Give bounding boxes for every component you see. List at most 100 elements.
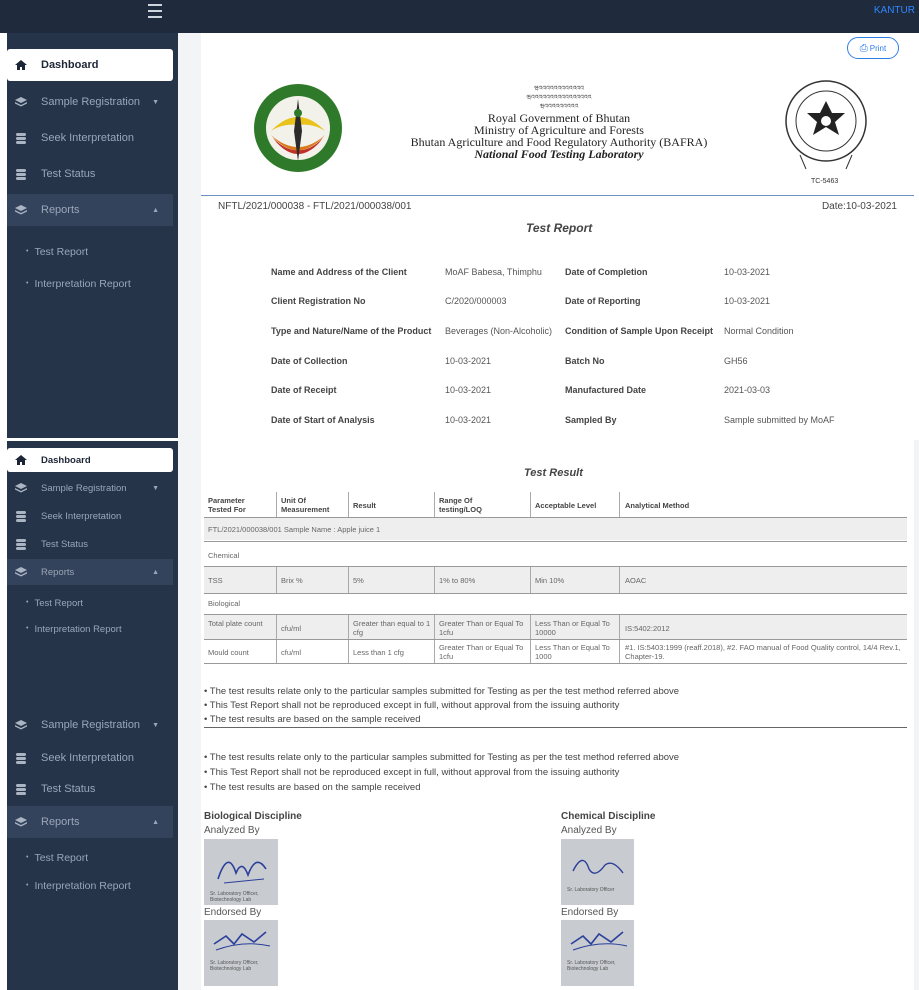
field-label: Date of Start of Analysis — [271, 415, 375, 425]
signature-image: Sr. Laboratory Officer, Biotechnology La… — [561, 920, 634, 986]
table-cell: TSS — [208, 576, 223, 585]
chevron-down-icon: ▼ — [152, 721, 159, 729]
field-value: Beverages (Non-Alcoholic) — [445, 326, 553, 336]
table-cell: Mould count — [208, 648, 249, 657]
table-cell: Greater than equal to 1 cfg — [353, 619, 431, 637]
field-value: GH56 — [724, 356, 748, 366]
sidebar-subitem-test-report[interactable]: Test Report — [26, 246, 88, 258]
table-cell: Less Than or Equal To 1000 — [535, 643, 610, 661]
analyzed-by-label: Analyzed By — [561, 825, 617, 836]
chemical-discipline-title: Chemical Discipline — [561, 811, 656, 822]
col-header: Range Of testing/LOQ — [439, 496, 482, 514]
field-label: Condition of Sample Upon Receipt — [565, 326, 713, 336]
database-icon — [16, 169, 26, 180]
dzongkha-line-2: ཝའའའའའའའའའའའའའའའའ — [526, 95, 592, 101]
col-header: Unit Of Measurement — [281, 496, 330, 514]
field-value: Sample submitted by MoAF — [724, 415, 835, 425]
field-value: 10-03-2021 — [724, 267, 771, 277]
sidebar-subitem-test-report[interactable]: Test Report — [26, 852, 88, 864]
field-value: 2021-03-03 — [724, 385, 771, 395]
report-date: Date:10-03-2021 — [821, 201, 897, 212]
sidebar-item-reports[interactable]: Reports ▲ — [7, 806, 173, 838]
database-icon — [16, 784, 26, 795]
table-cell: Less than 1 cfg — [353, 648, 404, 657]
sidebar-edge — [0, 33, 7, 990]
field-label: Name and Address of the Client — [271, 267, 407, 277]
sidebar-item-test-status[interactable]: Test Status — [7, 158, 173, 190]
sidebar-item-reports[interactable]: Reports ▲ — [7, 559, 173, 585]
note-line: • The test results are based on the samp… — [204, 714, 421, 725]
field-label: Date of Completion — [565, 267, 648, 277]
analyzed-by-label: Analyzed By — [204, 825, 260, 836]
chevron-down-icon: ▼ — [152, 484, 159, 492]
note-line: • The test results relate only to the pa… — [204, 686, 680, 697]
sidebar-item-reports[interactable]: Reports ▲ — [7, 194, 173, 226]
sidebar-item-seek-interpretation[interactable]: Seek Interpretation — [7, 122, 173, 154]
sidebar-item-dashboard[interactable]: Dashboard — [7, 49, 173, 81]
chevron-down-icon: ▼ — [152, 98, 159, 106]
sidebar-subitem-interpretation-report[interactable]: Interpretation Report — [26, 624, 121, 635]
bafra-logo — [254, 84, 342, 172]
layers-icon — [15, 97, 27, 107]
field-label: Sampled By — [565, 415, 617, 425]
dzongkha-line-1: ཝའའའའའའའའའའའའ — [534, 86, 584, 92]
table-cell: Greater Than or Equal To 1cfu — [439, 619, 524, 637]
field-value: MoAF Babesa, Thimphu — [445, 267, 542, 277]
group-label: Biological — [208, 599, 241, 608]
user-name[interactable]: KANTUR — [874, 5, 915, 16]
table-cell: 5% — [353, 576, 364, 585]
sidebar-item-sample-registration[interactable]: Sample Registration ▼ — [7, 86, 173, 118]
database-icon — [16, 539, 26, 550]
sidebar-subitem-test-report[interactable]: Test Report — [26, 598, 83, 609]
field-label: Date of Collection — [271, 356, 348, 366]
sample-row: FTL/2021/000038/001 Sample Name : Apple … — [208, 525, 381, 534]
table-cell: Min 10% — [535, 576, 565, 585]
report-title: Test Report — [526, 221, 593, 235]
database-icon — [16, 753, 26, 764]
field-label: Date of Receipt — [271, 385, 337, 395]
home-icon — [15, 60, 27, 70]
field-value: 10-03-2021 — [445, 356, 492, 366]
layers-icon — [15, 817, 27, 827]
sidebar-item-seek-interpretation[interactable]: Seek Interpretation — [7, 504, 173, 528]
menu-toggle-icon[interactable] — [148, 4, 168, 20]
layers-icon — [15, 205, 27, 215]
signature-image: Sr. Laboratory Officer, Biotechnology La… — [204, 839, 278, 905]
results-title: Test Result — [524, 467, 583, 479]
report-reference: NFTL/2021/000038 - FTL/2021/000038/001 — [218, 201, 412, 212]
table-cell: cfu/ml — [281, 648, 302, 657]
field-value: 10-03-2021 — [445, 385, 492, 395]
field-label: Manufactured Date — [565, 385, 647, 395]
note-line: • The test results relate only to the pa… — [204, 752, 680, 763]
header-divider — [201, 195, 914, 196]
sidebar-item-sample-registration[interactable]: Sample Registration ▼ — [7, 476, 173, 500]
field-label: Type and Nature/Name of the Product — [271, 326, 432, 336]
field-value: C/2020/000003 — [445, 296, 507, 306]
col-header: Parameter Tested For — [208, 496, 246, 514]
sidebar-item-dashboard[interactable]: Dashboard — [7, 448, 173, 472]
print-button[interactable]: ⎙ Print — [847, 37, 899, 59]
field-label: Date of Reporting — [565, 296, 641, 306]
header-line-4: National Food Testing Laboratory — [474, 147, 644, 161]
layers-icon — [15, 483, 27, 493]
group-label: Chemical — [208, 551, 240, 560]
note-line: • The test results are based on the samp… — [204, 782, 421, 793]
endorsed-by-label: Endorsed By — [561, 907, 619, 918]
sidebar-subitem-interpretation-report[interactable]: Interpretation Report — [26, 880, 130, 892]
table-cell: Total plate count — [208, 619, 263, 628]
sidebar-item-test-status[interactable]: Test Status — [7, 773, 173, 805]
sidebar-item-test-status[interactable]: Test Status — [7, 532, 173, 556]
signature-image: Sr. Laboratory Officer — [561, 839, 634, 905]
layers-icon — [15, 567, 27, 577]
sidebar-item-sample-registration[interactable]: Sample Registration ▼ — [7, 709, 173, 741]
table-cell: #1. IS:5403:1999 (reaff.2018), #2. FAO m… — [625, 643, 901, 661]
biological-discipline-title: Biological Discipline — [204, 811, 302, 822]
field-value: Normal Condition — [724, 326, 794, 336]
printer-icon: ⎙ — [859, 42, 868, 54]
home-icon — [15, 455, 27, 465]
note-line: • This Test Report shall not be reproduc… — [204, 767, 620, 778]
endorsed-by-label: Endorsed By — [204, 907, 262, 918]
sidebar-subitem-interpretation-report[interactable]: Interpretation Report — [26, 278, 130, 290]
col-header: Acceptable Level — [535, 501, 597, 510]
sidebar-item-seek-interpretation[interactable]: Seek Interpretation — [7, 742, 173, 774]
